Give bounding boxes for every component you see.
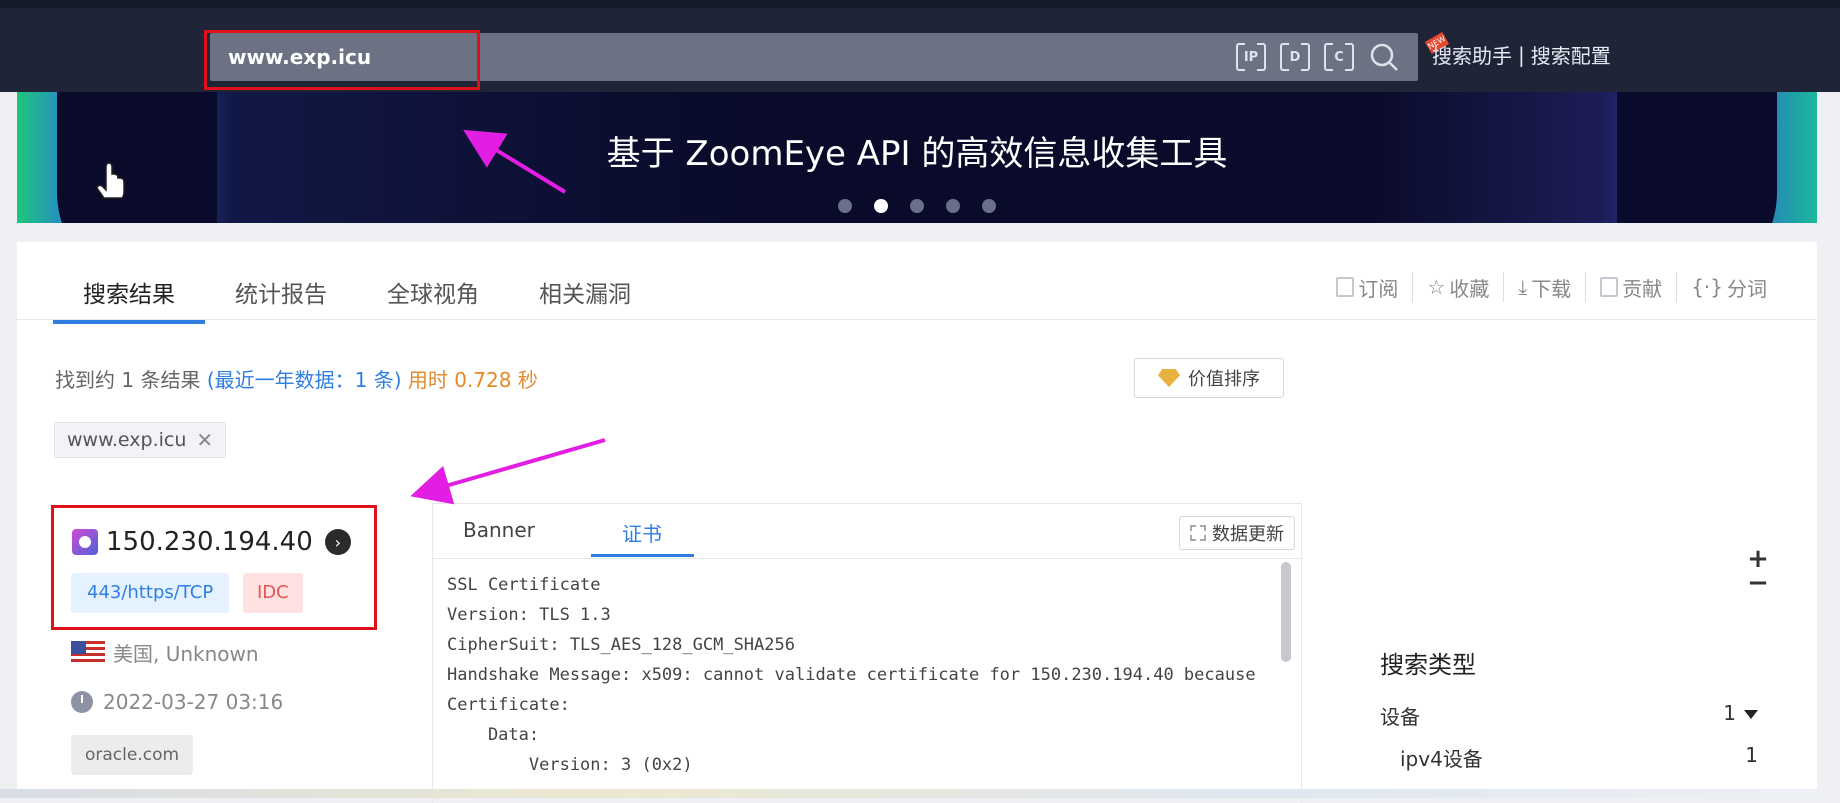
carousel-dot[interactable] — [946, 199, 960, 213]
caret-down-icon[interactable] — [1744, 710, 1758, 719]
time-text: 2022-03-27 03:16 — [103, 690, 284, 714]
top-stripe — [0, 0, 1840, 8]
carousel-dot[interactable] — [910, 199, 924, 213]
refresh-icon — [1190, 525, 1206, 541]
result-detail-panel: Banner 证书 数据更新 SSL Certificate Version: T… — [432, 503, 1303, 803]
data-update-label: 数据更新 — [1212, 524, 1284, 545]
tab-global-view[interactable]: 全球视角 — [357, 270, 509, 320]
ipv4-device-count: 1 — [1745, 743, 1758, 767]
search-config-link[interactable]: 搜索配置 — [1531, 40, 1611, 69]
annotation-box-result — [51, 505, 377, 630]
query-time: 用时 0.728 秒 — [407, 368, 538, 392]
star-icon: ☆ — [1427, 275, 1446, 299]
device-label: 设备 — [1380, 705, 1420, 729]
link-divider: | — [1518, 42, 1525, 67]
download-icon: ⤓ — [1518, 275, 1528, 299]
cert-line: Version: TLS 1.3 — [447, 605, 611, 625]
certificate-text: SSL Certificate Version: TLS 1.3 CipherSui… — [447, 570, 1282, 800]
bottom-strip — [0, 789, 1840, 798]
tab-banner[interactable]: Banner — [463, 518, 535, 542]
side-row-ipv4-device[interactable]: ipv4设备 1 — [1400, 743, 1758, 772]
search-icon[interactable] — [1368, 41, 1400, 73]
tab-statistics[interactable]: 统计报告 — [205, 270, 357, 320]
result-actions: 订阅 ☆ 收藏 ⤓ 下载 贡献 {·} 分词 — [1322, 272, 1781, 302]
tokenize-label: 分词 — [1727, 276, 1767, 301]
zoom-in-button[interactable]: + — [1746, 546, 1770, 572]
filter-chip-label: www.exp.icu — [67, 429, 187, 451]
detail-tabs: Banner 证书 数据更新 — [433, 504, 1303, 559]
bookmark-icon — [1336, 277, 1355, 297]
annotation-box-search — [204, 30, 480, 90]
ipv4-device-label: ipv4设备 — [1400, 747, 1483, 771]
edit-icon — [1600, 277, 1619, 297]
tokenize-button[interactable]: {·} 分词 — [1677, 272, 1781, 302]
cert-line: Data: — [447, 725, 540, 745]
cert-line: CipherSuit: TLS_AES_128_GCM_SHA256 — [447, 635, 795, 655]
cert-scrollbar[interactable] — [1281, 562, 1291, 662]
side-row-device[interactable]: 设备 1 — [1380, 701, 1758, 730]
cert-line: SSL Certificate — [447, 575, 601, 595]
result-time: 2022-03-27 03:16 — [71, 690, 283, 714]
device-count: 1 — [1723, 701, 1736, 725]
download-label: 下载 — [1531, 276, 1572, 301]
search-assistant-link[interactable]: 搜索助手 — [1432, 40, 1512, 69]
zoom-controls: + − — [1746, 546, 1770, 596]
data-update-button[interactable]: 数据更新 — [1179, 516, 1295, 550]
value-sort-label: 价值排序 — [1188, 369, 1260, 390]
top-links: 搜索助手 | 搜索配置 — [1432, 40, 1611, 69]
recent-year-count[interactable]: (最近一年数据：1 条) — [207, 368, 402, 392]
result-location: 美国, Unknown — [71, 638, 259, 667]
carousel-dots — [17, 199, 1817, 213]
banner-text: 基于 ZoomEye API 的高效信息收集工具 — [606, 134, 1228, 174]
result-summary: 找到约 1 条结果 (最近一年数据：1 条) 用时 0.728 秒 — [55, 364, 538, 393]
search-tools: IP D C — [1236, 41, 1400, 73]
location-text[interactable]: 美国, Unknown — [113, 638, 259, 667]
subscribe-button[interactable]: 订阅 — [1322, 272, 1414, 302]
active-tab-indicator — [591, 554, 694, 557]
close-icon[interactable]: ✕ — [196, 428, 213, 452]
device-count-wrap: 1 — [1723, 701, 1758, 730]
cert-line: Certificate: — [447, 695, 570, 715]
filter-chip: www.exp.icu ✕ — [54, 422, 227, 458]
download-button[interactable]: ⤓ 下载 — [1504, 272, 1587, 302]
cidr-search-icon[interactable]: C — [1324, 42, 1354, 72]
cert-line: Version: 3 (0x2) — [447, 755, 693, 775]
zoom-out-button[interactable]: − — [1746, 570, 1770, 596]
promo-banner[interactable]: 基于 ZoomEye API 的高效信息收集工具 — [17, 92, 1817, 223]
diamond-icon — [1158, 369, 1180, 387]
favorite-label: 收藏 — [1449, 276, 1490, 301]
ip-search-label: IP — [1243, 49, 1259, 65]
carousel-dot-active[interactable] — [874, 199, 888, 213]
tabs-divider — [17, 319, 1817, 320]
value-sort-button[interactable]: 价值排序 — [1134, 358, 1284, 398]
result-count: 找到约 1 条结果 — [55, 368, 201, 392]
braces-icon: {·} — [1691, 275, 1723, 299]
search-type-panel: 搜索类型 设备 1 ipv4设备 1 — [1352, 603, 1780, 798]
contribute-label: 贡献 — [1622, 276, 1663, 301]
result-tabs: 搜索结果 统计报告 全球视角 相关漏洞 — [53, 270, 661, 324]
tab-search-results[interactable]: 搜索结果 — [53, 270, 205, 324]
carousel-dot[interactable] — [838, 199, 852, 213]
us-flag-icon — [71, 640, 105, 665]
search-type-title: 搜索类型 — [1380, 651, 1476, 679]
favorite-button[interactable]: ☆ 收藏 — [1413, 272, 1505, 302]
cidr-search-label: C — [1334, 49, 1344, 65]
contribute-button[interactable]: 贡献 — [1586, 272, 1678, 302]
domain-search-label: D — [1289, 49, 1301, 65]
subscribe-label: 订阅 — [1358, 276, 1399, 301]
tab-certificate[interactable]: 证书 — [622, 518, 662, 547]
ip-search-icon[interactable]: IP — [1236, 42, 1266, 72]
domain-search-icon[interactable]: D — [1280, 42, 1310, 72]
tab-vulnerabilities[interactable]: 相关漏洞 — [509, 270, 661, 320]
cert-line: Handshake Message: x509: cannot validate… — [447, 665, 1256, 685]
domain-tag[interactable]: oracle.com — [71, 735, 194, 775]
clock-icon — [71, 691, 93, 713]
carousel-dot[interactable] — [982, 199, 996, 213]
